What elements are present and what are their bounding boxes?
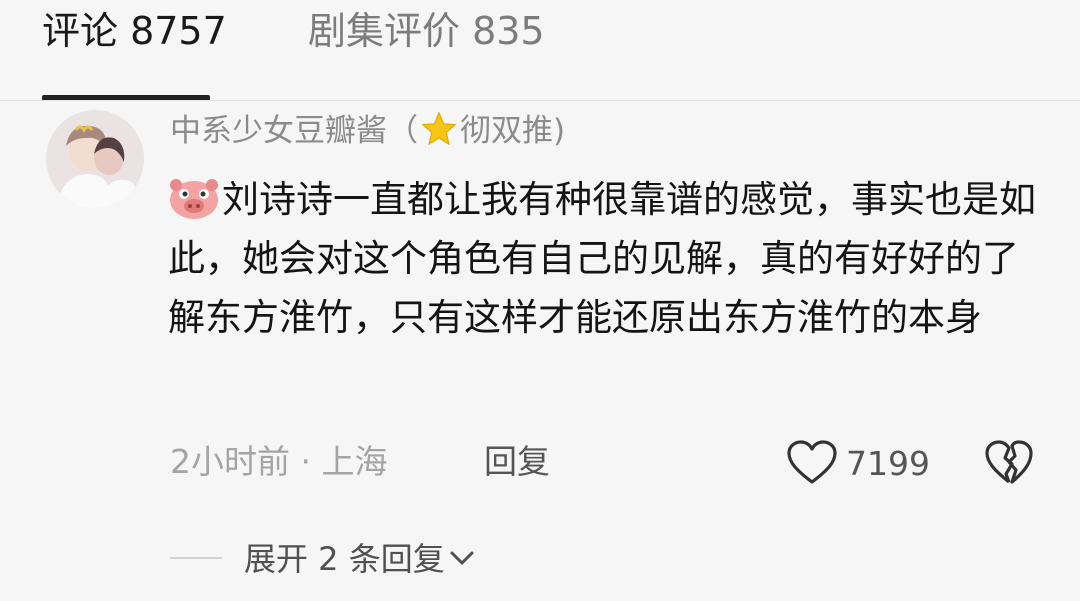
- badge-paren: （: [387, 113, 418, 149]
- expand-replies-label: 展开 2 条回复: [244, 540, 445, 578]
- comment-body: 刘诗诗一直都让我有种很靠谱的感觉，事实也是如此，她会对这个角色有自己的见解，真的…: [168, 178, 1036, 339]
- comment-text: 刘诗诗一直都让我有种很靠谱的感觉，事实也是如此，她会对这个角色有自己的见解，真的…: [168, 170, 1048, 347]
- user-badge: 彻双推): [460, 113, 566, 149]
- reply-button[interactable]: 回复: [484, 440, 550, 484]
- tab-bar: 评论 8757 剧集评价 835: [0, 0, 1080, 101]
- chevron-down-icon: [450, 551, 474, 565]
- tab-comments[interactable]: 评论 8757: [42, 8, 227, 54]
- user-name: 中系少女豆瓣酱: [170, 113, 387, 149]
- username[interactable]: 中系少女豆瓣酱（ 彻双推): [170, 110, 565, 152]
- expand-replies-button[interactable]: 展开 2 条回复: [244, 537, 475, 581]
- comment-time-location: 2小时前 · 上海: [170, 442, 388, 481]
- pig-face-icon: [170, 179, 218, 219]
- avatar-image: [46, 110, 144, 208]
- star-icon: [421, 111, 457, 146]
- heart-icon[interactable]: [786, 440, 838, 486]
- divider: [0, 100, 1080, 101]
- like-count: 7199: [846, 444, 930, 483]
- avatar[interactable]: [46, 110, 144, 208]
- divider: [170, 557, 222, 559]
- broken-heart-icon[interactable]: [984, 440, 1034, 486]
- tab-episode-reviews[interactable]: 剧集评价 835: [308, 8, 545, 54]
